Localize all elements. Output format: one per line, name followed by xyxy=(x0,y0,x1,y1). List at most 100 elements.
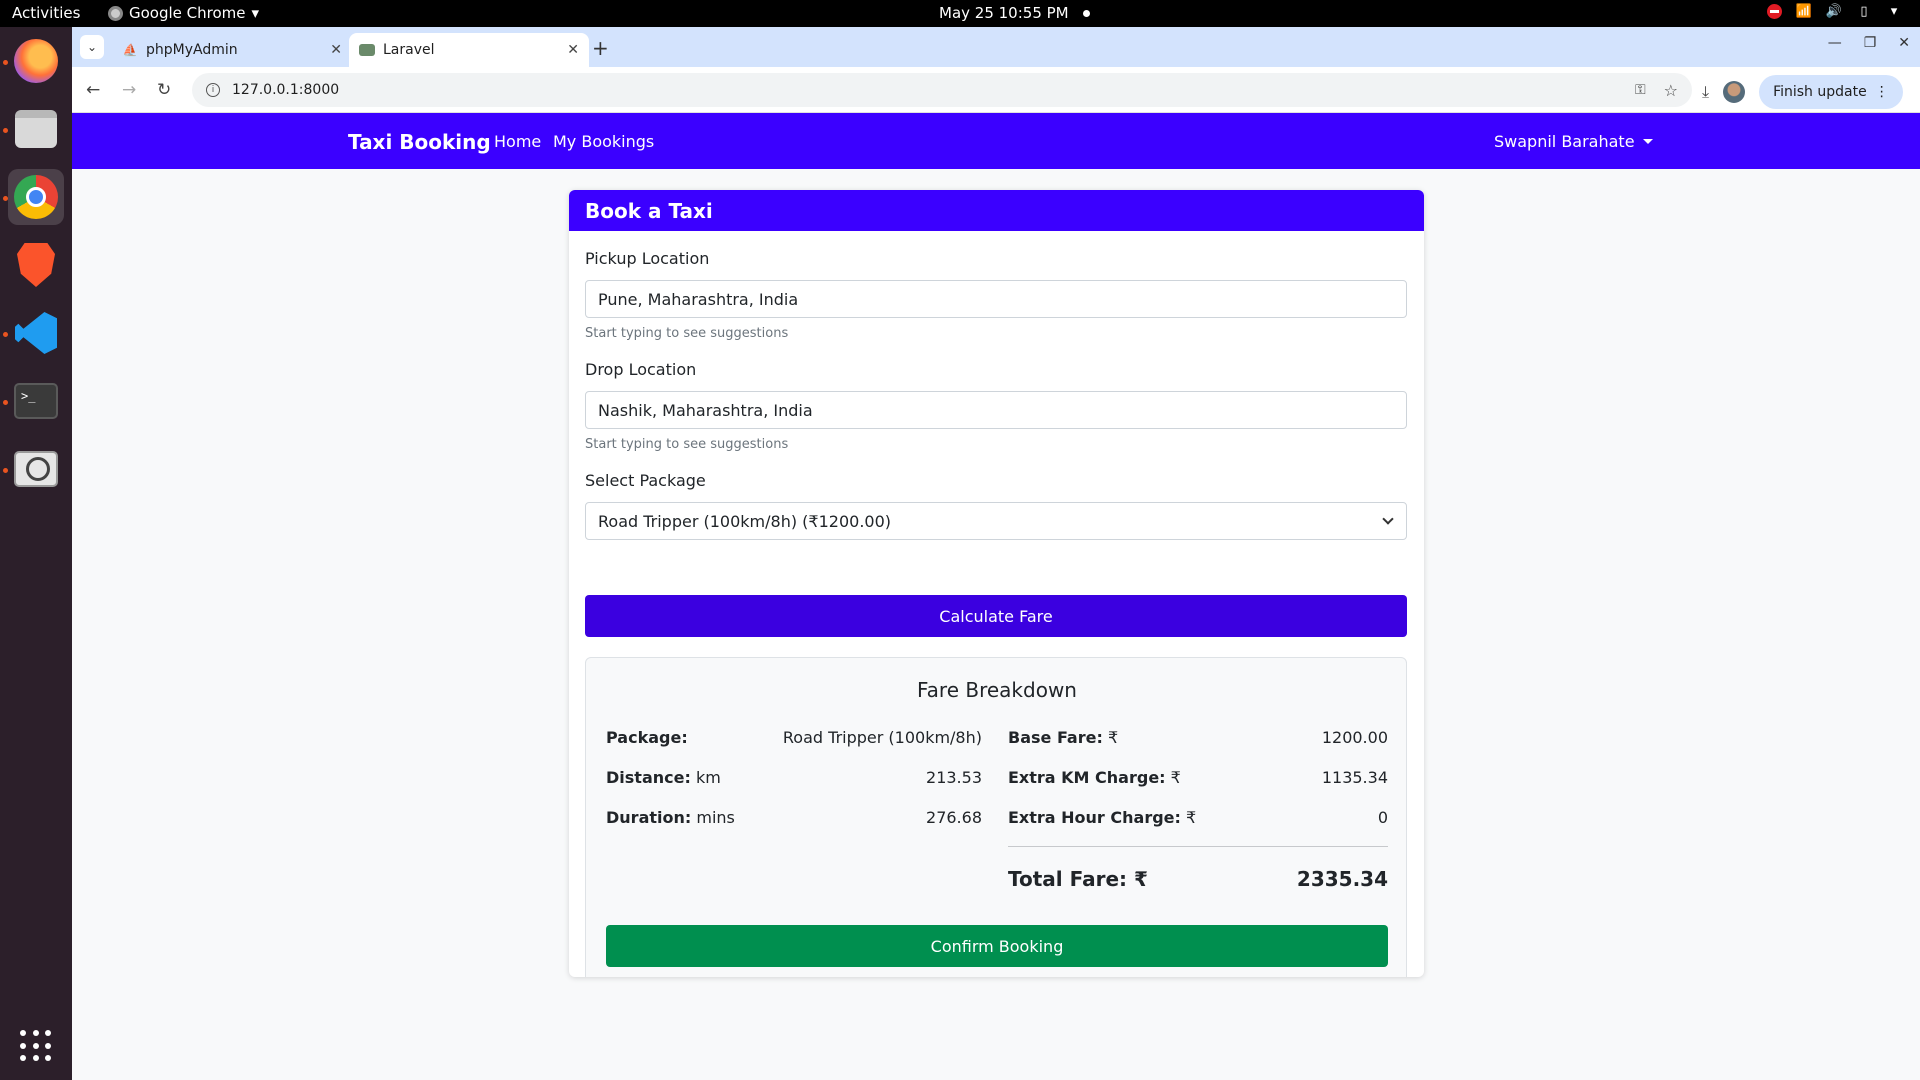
dock: >_ xyxy=(0,27,72,1080)
tab-title: Laravel xyxy=(383,42,435,58)
drop-value: Nashik, Maharashtra, India xyxy=(598,400,813,420)
show-apps-button[interactable] xyxy=(20,1030,52,1062)
system-top-bar: Activities Google Chrome ▾ May 25 10:55 … xyxy=(0,0,1920,27)
tab-laravel[interactable]: Laravel ✕ xyxy=(349,33,589,67)
page-viewport: Taxi Booking Home My Bookings Swapnil Ba… xyxy=(72,113,1920,1080)
caret-down-icon xyxy=(1642,139,1653,144)
row-unit: ₹ xyxy=(1180,808,1197,827)
chrome-launcher[interactable] xyxy=(8,169,64,225)
app-menu[interactable]: Google Chrome ▾ xyxy=(108,4,259,22)
forward-icon[interactable]: → xyxy=(122,80,136,100)
card-title: Book a Taxi xyxy=(569,190,1424,231)
package-select[interactable]: Road Tripper (100km/8h) (₹1200.00) xyxy=(585,502,1407,540)
extra-km-row: Extra KM Charge: ₹ 1135.34 xyxy=(1008,768,1388,787)
vscode-icon xyxy=(15,312,57,354)
firefox-launcher[interactable] xyxy=(8,33,64,89)
fare-breakdown: Fare Breakdown Package: Road Tripper (10… xyxy=(585,657,1407,977)
row-unit: ₹ xyxy=(1165,768,1181,787)
chrome-icon xyxy=(14,175,58,219)
battery-icon: ▯ xyxy=(1860,4,1868,19)
taxi-favicon-icon xyxy=(359,42,375,58)
url-text[interactable]: 127.0.0.1:8000 xyxy=(232,82,1635,98)
tab-phpmyadmin[interactable]: ⛵ phpMyAdmin ✕ xyxy=(112,33,352,67)
brave-launcher[interactable] xyxy=(8,237,64,293)
row-unit: km xyxy=(690,768,721,787)
duration-row: Duration: mins 276.68 xyxy=(606,808,982,827)
clock-text: May 25 10:55 PM xyxy=(939,4,1069,22)
total-fare-value: 2335.34 xyxy=(1296,867,1388,891)
distance-row: Distance: km 213.53 xyxy=(606,768,982,787)
row-label: Extra Hour Charge: xyxy=(1008,808,1181,827)
row-label: Extra KM Charge: xyxy=(1008,768,1166,787)
bookmark-star-icon[interactable]: ☆ xyxy=(1664,81,1678,100)
row-value: Road Tripper (100km/8h) xyxy=(782,728,982,747)
pickup-help: Start typing to see suggestions xyxy=(585,326,789,341)
booking-card: Book a Taxi Pickup Location Pune, Mahara… xyxy=(569,190,1424,977)
wifi-icon: 📶 xyxy=(1795,4,1813,19)
download-icon[interactable]: ⤓ xyxy=(1702,82,1709,102)
app-name: Google Chrome xyxy=(129,4,246,22)
package-row: Package: Road Tripper (100km/8h) xyxy=(606,728,982,747)
clock[interactable]: May 25 10:55 PM xyxy=(939,4,1090,22)
package-selected-value: Road Tripper (100km/8h) (₹1200.00) xyxy=(598,511,891,531)
total-fare-row: Total Fare: ₹ 2335.34 xyxy=(1008,867,1388,891)
extra-hour-row: Extra Hour Charge: ₹ 0 xyxy=(1008,808,1388,827)
row-value: 1200.00 xyxy=(1321,728,1388,747)
system-tray[interactable]: 📶 🔊 ▯ ▾ xyxy=(1767,4,1902,19)
row-value: 0 xyxy=(1377,808,1388,827)
close-window-icon[interactable]: ✕ xyxy=(1898,35,1910,51)
terminal-launcher[interactable]: >_ xyxy=(8,373,64,429)
user-dropdown[interactable]: Swapnil Barahate xyxy=(1494,132,1653,151)
row-label: Package: xyxy=(606,728,688,747)
row-value: 1135.34 xyxy=(1321,768,1388,787)
row-unit: mins xyxy=(691,808,735,827)
close-icon[interactable]: ✕ xyxy=(567,42,579,58)
address-bar[interactable]: i 127.0.0.1:8000 ⚿ ☆ xyxy=(192,73,1692,107)
files-launcher[interactable] xyxy=(8,101,64,157)
nav-link-home[interactable]: Home xyxy=(494,132,541,151)
vscode-launcher[interactable] xyxy=(8,305,64,361)
chevron-down-icon: ▾ xyxy=(251,4,260,22)
reload-icon[interactable]: ↻ xyxy=(157,80,171,100)
package-label: Select Package xyxy=(585,471,706,490)
tab-search-button[interactable]: ⌄ xyxy=(80,35,104,59)
row-label: Duration: xyxy=(606,808,692,827)
firefox-icon xyxy=(14,39,58,83)
password-key-icon[interactable]: ⚿ xyxy=(1635,82,1646,98)
row-label: Distance: xyxy=(606,768,691,787)
pickup-value: Pune, Maharashtra, India xyxy=(598,289,799,309)
nav-link-my-bookings[interactable]: My Bookings xyxy=(553,132,654,151)
row-value: 213.53 xyxy=(926,768,982,787)
more-vert-icon: ⋮ xyxy=(1874,84,1889,100)
toolbar-actions: ⤓ Finish update ⋮ xyxy=(1702,75,1903,109)
tab-title: phpMyAdmin xyxy=(146,42,238,58)
files-icon xyxy=(15,110,57,148)
site-navbar: Taxi Booking Home My Bookings Swapnil Ba… xyxy=(72,113,1920,169)
confirm-booking-button[interactable]: Confirm Booking xyxy=(606,925,1388,967)
magnifier-icon xyxy=(14,451,58,487)
drop-input[interactable]: Nashik, Maharashtra, India xyxy=(585,391,1407,429)
calculate-fare-button[interactable]: Calculate Fare xyxy=(585,595,1407,637)
fare-breakdown-title: Fare Breakdown xyxy=(917,678,1077,702)
close-icon[interactable]: ✕ xyxy=(330,42,342,58)
activities-button[interactable]: Activities xyxy=(12,4,80,22)
new-tab-button[interactable]: + xyxy=(592,36,609,60)
pickup-input[interactable]: Pune, Maharashtra, India xyxy=(585,280,1407,318)
restore-icon[interactable]: ❐ xyxy=(1864,35,1877,51)
base-fare-row: Base Fare: ₹ 1200.00 xyxy=(1008,728,1388,747)
volume-icon: 🔊 xyxy=(1825,4,1843,19)
window-controls: — ❐ ✕ xyxy=(1828,35,1910,51)
chevron-down-icon: ⌄ xyxy=(86,40,98,54)
row-value: 276.68 xyxy=(926,808,982,827)
site-brand[interactable]: Taxi Booking xyxy=(348,130,491,154)
chrome-icon xyxy=(108,5,123,21)
minimize-icon[interactable]: — xyxy=(1828,35,1842,51)
browser-toolbar: ← → ↻ i 127.0.0.1:8000 ⚿ ☆ ⤓ Finish upda… xyxy=(72,67,1920,113)
finish-update-button[interactable]: Finish update ⋮ xyxy=(1759,75,1903,109)
search-tool-launcher[interactable] xyxy=(8,441,64,497)
back-icon[interactable]: ← xyxy=(86,80,100,100)
user-name: Swapnil Barahate xyxy=(1494,132,1635,151)
profile-avatar[interactable] xyxy=(1723,81,1746,103)
phpmyadmin-favicon-icon: ⛵ xyxy=(122,43,138,57)
site-info-icon[interactable]: i xyxy=(206,83,220,97)
